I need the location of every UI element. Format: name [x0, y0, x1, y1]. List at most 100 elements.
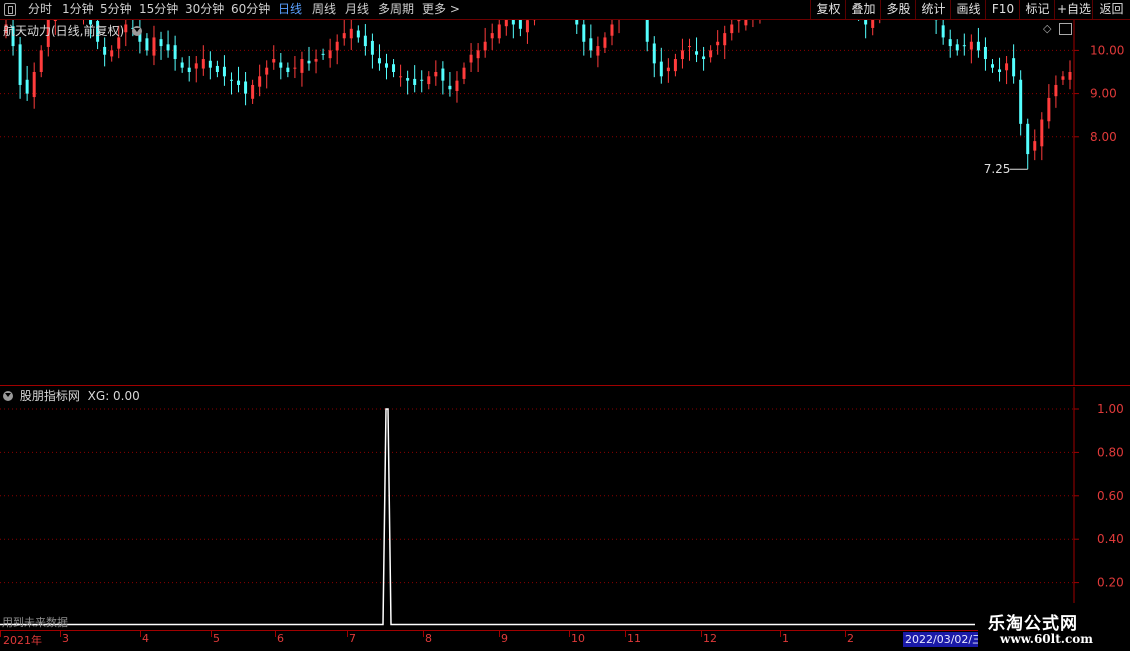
candle-body [223, 67, 226, 77]
period-tab-15min[interactable]: 15分钟 [139, 1, 178, 18]
indicator-value-label: XG: 0.00 [88, 389, 140, 403]
candle-body [357, 31, 360, 38]
candle-body [434, 72, 437, 76]
candle-body [279, 62, 282, 67]
candle-body [455, 81, 458, 91]
period-tab-more[interactable]: 更多 > [422, 1, 460, 18]
candle-body [399, 76, 402, 77]
x-label: 6 [277, 632, 284, 645]
candle-body [1061, 76, 1064, 79]
y-tick-label: 8.00 [1090, 130, 1117, 144]
candle-body [709, 50, 712, 57]
period-toolbar: 分时 1分钟 5分钟 15分钟 30分钟 60分钟 日线 周线 月线 多周期 更… [0, 0, 1130, 20]
dropdown-icon[interactable] [3, 391, 13, 401]
dropdown-icon[interactable] [132, 26, 142, 36]
candle-body [942, 25, 945, 37]
y-tick-label: 9.00 [1090, 87, 1117, 101]
candle-body [596, 46, 599, 56]
candle-body [145, 38, 148, 50]
main-chart-title[interactable]: 航天动力(日线,前复权) [3, 22, 145, 39]
y-tick-label: 10.00 [1090, 43, 1124, 57]
candle-body [371, 41, 374, 55]
candle-body [864, 20, 867, 24]
x-label: 10 [571, 632, 585, 645]
candle-body [582, 24, 585, 41]
candle-body [343, 33, 346, 38]
candle-body [244, 82, 247, 94]
candle-body [188, 68, 191, 72]
period-tab-weekly[interactable]: 周线 [312, 1, 336, 18]
candle-body [230, 80, 233, 81]
period-tab-multi[interactable]: 多周期 [378, 1, 414, 18]
y-tick-label: 0.80 [1097, 445, 1124, 459]
period-tab-30min[interactable]: 30分钟 [185, 1, 224, 18]
diamond-icon[interactable]: ◇ [1043, 22, 1051, 35]
candle-body [667, 68, 670, 71]
candle-body [167, 44, 170, 50]
watermark: 乐淘公式网 www.60lt.com [978, 603, 1130, 650]
panel-toggle-icon[interactable] [1059, 23, 1072, 35]
candle-body [984, 47, 987, 59]
draw-line-button[interactable]: 画线 [950, 0, 986, 19]
overlay-button[interactable]: 叠加 [845, 0, 881, 19]
candle-body [603, 37, 606, 47]
x-label: 4 [142, 632, 149, 645]
x-label: 2021年 [3, 632, 42, 648]
candle-body [209, 61, 212, 68]
candle-body [336, 42, 339, 51]
candle-body [702, 56, 705, 59]
candle-body [315, 59, 318, 62]
candlestick-chart[interactable]: 8.009.0010.0011.0012.0013.0014.0014.807.… [0, 20, 1130, 386]
candle-body [322, 54, 325, 55]
indicator-title[interactable]: 股朋指标网 XG: 0.00 [3, 387, 140, 404]
x-label: 11 [627, 632, 641, 645]
candle-body [1019, 80, 1022, 124]
period-tab-daily[interactable]: 日线 [278, 1, 302, 18]
cursor-date-label: 2022/03/02/三 [903, 632, 979, 647]
candle-body [575, 20, 578, 24]
candle-body [737, 20, 740, 21]
statistics-button[interactable]: 统计 [915, 0, 951, 19]
indicator-chart[interactable]: 0.200.400.600.801.00 [0, 387, 1130, 630]
stock-name-label: 航天动力(日线,前复权) [3, 24, 124, 38]
candle-body [1054, 85, 1057, 96]
candle-body [181, 62, 184, 67]
add-watchlist-button[interactable]: +自选 [1054, 0, 1093, 19]
period-tab-intraday[interactable]: 分时 [28, 1, 52, 18]
candle-body [681, 50, 684, 59]
candle-body [589, 38, 592, 50]
candle-body [491, 33, 494, 38]
x-label: 2 [847, 632, 854, 645]
candle-body [1069, 72, 1072, 80]
candle-body [378, 58, 381, 63]
candle-body [174, 45, 177, 59]
candle-body [385, 63, 388, 67]
candle-body [1005, 63, 1008, 70]
candle-body [688, 46, 691, 47]
candle-body [392, 64, 395, 72]
candle-body [350, 29, 353, 39]
watermark-url: www.60lt.com [1000, 632, 1093, 646]
price-chart-panel[interactable]: 8.009.0010.0011.0012.0013.0014.0014.807.… [0, 20, 1130, 386]
candle-body [420, 80, 423, 81]
back-button[interactable]: 返回 [1092, 0, 1130, 19]
candle-body [237, 81, 240, 85]
period-tab-monthly[interactable]: 月线 [345, 1, 369, 18]
candle-body [152, 37, 155, 55]
window-restore-icon[interactable] [4, 3, 16, 16]
mark-button[interactable]: 标记 [1019, 0, 1055, 19]
period-tab-5min[interactable]: 5分钟 [100, 1, 132, 18]
candle-body [251, 85, 254, 99]
candle-body [110, 50, 113, 56]
f10-button[interactable]: F10 [985, 0, 1020, 19]
period-tab-60min[interactable]: 60分钟 [231, 1, 270, 18]
multi-stock-button[interactable]: 多股 [880, 0, 916, 19]
candle-body [286, 68, 289, 72]
x-label: 3 [62, 632, 69, 645]
adjust-button[interactable]: 复权 [810, 0, 846, 19]
candle-body [26, 80, 29, 94]
indicator-panel[interactable]: 0.200.400.600.801.00 股朋指标网 XG: 0.00 [0, 387, 1130, 630]
candle-body [54, 20, 57, 21]
period-tab-1min[interactable]: 1分钟 [62, 1, 94, 18]
candle-body [512, 20, 515, 24]
